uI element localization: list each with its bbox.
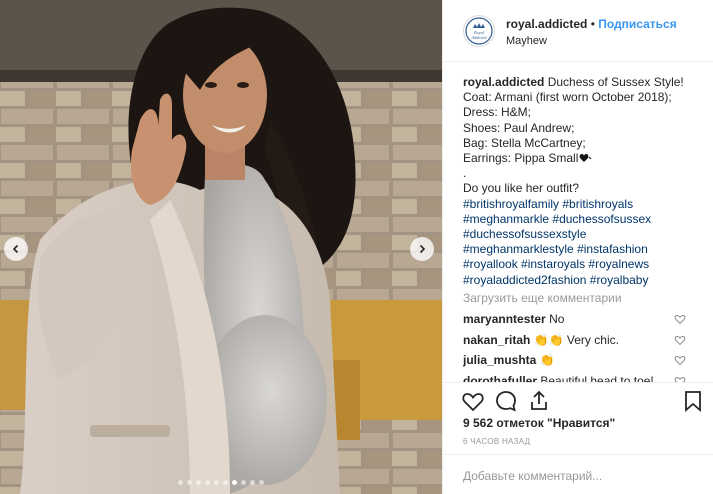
comments-list: maryanntester No nakan_ritah 👏👏 Very chi… bbox=[463, 312, 713, 382]
share-icon[interactable] bbox=[527, 389, 551, 413]
carousel-indicator bbox=[0, 480, 442, 485]
comment-username[interactable]: dorothafuller bbox=[463, 374, 537, 383]
caption-line: Shoes: Paul Andrew; bbox=[463, 120, 575, 135]
black-heart-icon bbox=[579, 154, 592, 163]
hashtag-line: #meghanmarklestyle #instafashion bbox=[463, 242, 703, 257]
hashtag-line: #duchessofsussexstyle bbox=[463, 227, 703, 242]
hashtag-link[interactable]: #royalnews bbox=[588, 257, 649, 271]
comment-text: 👏 bbox=[539, 353, 555, 367]
add-comment-input[interactable] bbox=[463, 469, 693, 483]
hashtag-line: #royallook #instaroyals #royalnews bbox=[463, 257, 703, 272]
comment-item: maryanntester No bbox=[463, 312, 713, 333]
post-photo[interactable] bbox=[0, 0, 442, 494]
likes-count[interactable]: 9 562 отметок "Нравится" bbox=[463, 416, 615, 430]
hashtag-link[interactable]: #britishroyals bbox=[562, 197, 633, 211]
photo-scene bbox=[0, 0, 442, 494]
hashtag-link[interactable]: #instafashion bbox=[577, 242, 648, 256]
royal-addicted-logo: Royal Addicted bbox=[465, 17, 493, 45]
hashtag-line: #britishroyalfamily #britishroyals bbox=[463, 197, 703, 212]
comment-text: Beautiful head to toe! bbox=[540, 373, 654, 383]
comment-like-icon[interactable] bbox=[674, 334, 686, 346]
comment-icon[interactable] bbox=[494, 389, 518, 413]
carousel-dot bbox=[223, 480, 228, 485]
carousel-dot bbox=[187, 480, 192, 485]
next-photo-button[interactable] bbox=[410, 237, 434, 261]
header-username[interactable]: royal.addicted bbox=[506, 17, 587, 31]
comment-text: 👏👏 Very chic. bbox=[533, 332, 619, 347]
comment-item: dorothafuller Beautiful head to toe! bbox=[463, 373, 713, 383]
caption-username[interactable]: royal.addicted bbox=[463, 75, 544, 89]
chevron-left-icon bbox=[12, 244, 19, 254]
heart-icon[interactable] bbox=[461, 389, 485, 413]
post-side-panel: Royal Addicted royal.addicted • Подписат… bbox=[442, 0, 713, 494]
hashtag-link[interactable]: #royallook bbox=[463, 257, 518, 271]
caption-text: Earrings: Pippa Small bbox=[463, 151, 579, 166]
add-comment-bar bbox=[443, 454, 713, 494]
carousel-dot bbox=[196, 480, 201, 485]
comment-item: nakan_ritah 👏👏 Very chic. bbox=[463, 333, 713, 354]
caption-line: Bag: Stella McCartney; bbox=[463, 135, 586, 150]
caption-line: Coat: Armani (first worn October 2018); bbox=[463, 90, 672, 105]
carousel-dot bbox=[241, 480, 246, 485]
caption-line: Dress: H&M; bbox=[463, 105, 532, 120]
carousel-dot bbox=[259, 480, 264, 485]
post-timestamp: 6 ЧАСОВ НАЗАД bbox=[463, 437, 531, 446]
comment-like-icon[interactable] bbox=[674, 354, 686, 366]
hashtag-link[interactable]: #duchessofsussex bbox=[552, 212, 651, 226]
header-username-line: royal.addicted • Подписаться bbox=[506, 17, 677, 31]
hashtag-link[interactable]: #meghanmarkle bbox=[463, 212, 549, 226]
comment-item: julia_mushta 👏 bbox=[463, 353, 713, 374]
hashtag-link[interactable]: #britishroyalfamily bbox=[463, 197, 559, 211]
svg-text:Addicted: Addicted bbox=[471, 35, 488, 40]
caption-line: . bbox=[463, 166, 467, 181]
post-actions-bar bbox=[443, 382, 713, 414]
comment-username[interactable]: maryanntester bbox=[463, 312, 546, 326]
previous-photo-button[interactable] bbox=[4, 237, 28, 261]
hashtag-link[interactable]: #royalbaby bbox=[590, 273, 649, 287]
caption-line: royal.addicted Duchess of Sussex Style! bbox=[463, 75, 703, 90]
location-link[interactable]: Mayhew bbox=[506, 35, 547, 47]
post-caption: royal.addicted Duchess of Sussex Style! … bbox=[463, 75, 703, 288]
load-more-comments-link[interactable]: Загрузить еще комментарии bbox=[463, 291, 622, 305]
caption-text: Duchess of Sussex Style! bbox=[547, 75, 684, 89]
carousel-dot bbox=[205, 480, 210, 485]
follow-button[interactable]: Подписаться bbox=[598, 17, 676, 31]
header-separator: • bbox=[587, 17, 599, 31]
hashtag-link[interactable]: #royaladdicted2fashion bbox=[463, 273, 586, 287]
hashtag-line: #meghanmarkle #duchessofsussex bbox=[463, 212, 703, 227]
hashtag-link[interactable]: #duchessofsussexstyle bbox=[463, 227, 586, 241]
carousel-dot bbox=[250, 480, 255, 485]
caption-line: Do you like her outfit? bbox=[463, 181, 580, 196]
avatar[interactable]: Royal Addicted bbox=[463, 15, 495, 47]
hashtag-line: #royaladdicted2fashion #royalbaby bbox=[463, 273, 703, 288]
caption-line: Earrings: Pippa Small bbox=[463, 151, 703, 166]
comment-username[interactable]: julia_mushta bbox=[463, 353, 536, 367]
hashtag-link[interactable]: #instaroyals bbox=[521, 257, 585, 271]
carousel-dot bbox=[232, 480, 237, 485]
comment-like-icon[interactable] bbox=[674, 375, 686, 383]
carousel-dot bbox=[214, 480, 219, 485]
post-header: Royal Addicted royal.addicted • Подписат… bbox=[443, 0, 713, 62]
carousel-dot bbox=[178, 480, 183, 485]
hashtag-link[interactable]: #meghanmarklestyle bbox=[463, 242, 574, 256]
comment-username[interactable]: nakan_ritah bbox=[463, 333, 530, 347]
comment-text: No bbox=[549, 312, 565, 326]
bookmark-icon[interactable] bbox=[681, 389, 705, 413]
chevron-right-icon bbox=[419, 244, 426, 254]
comment-like-icon[interactable] bbox=[674, 313, 686, 325]
